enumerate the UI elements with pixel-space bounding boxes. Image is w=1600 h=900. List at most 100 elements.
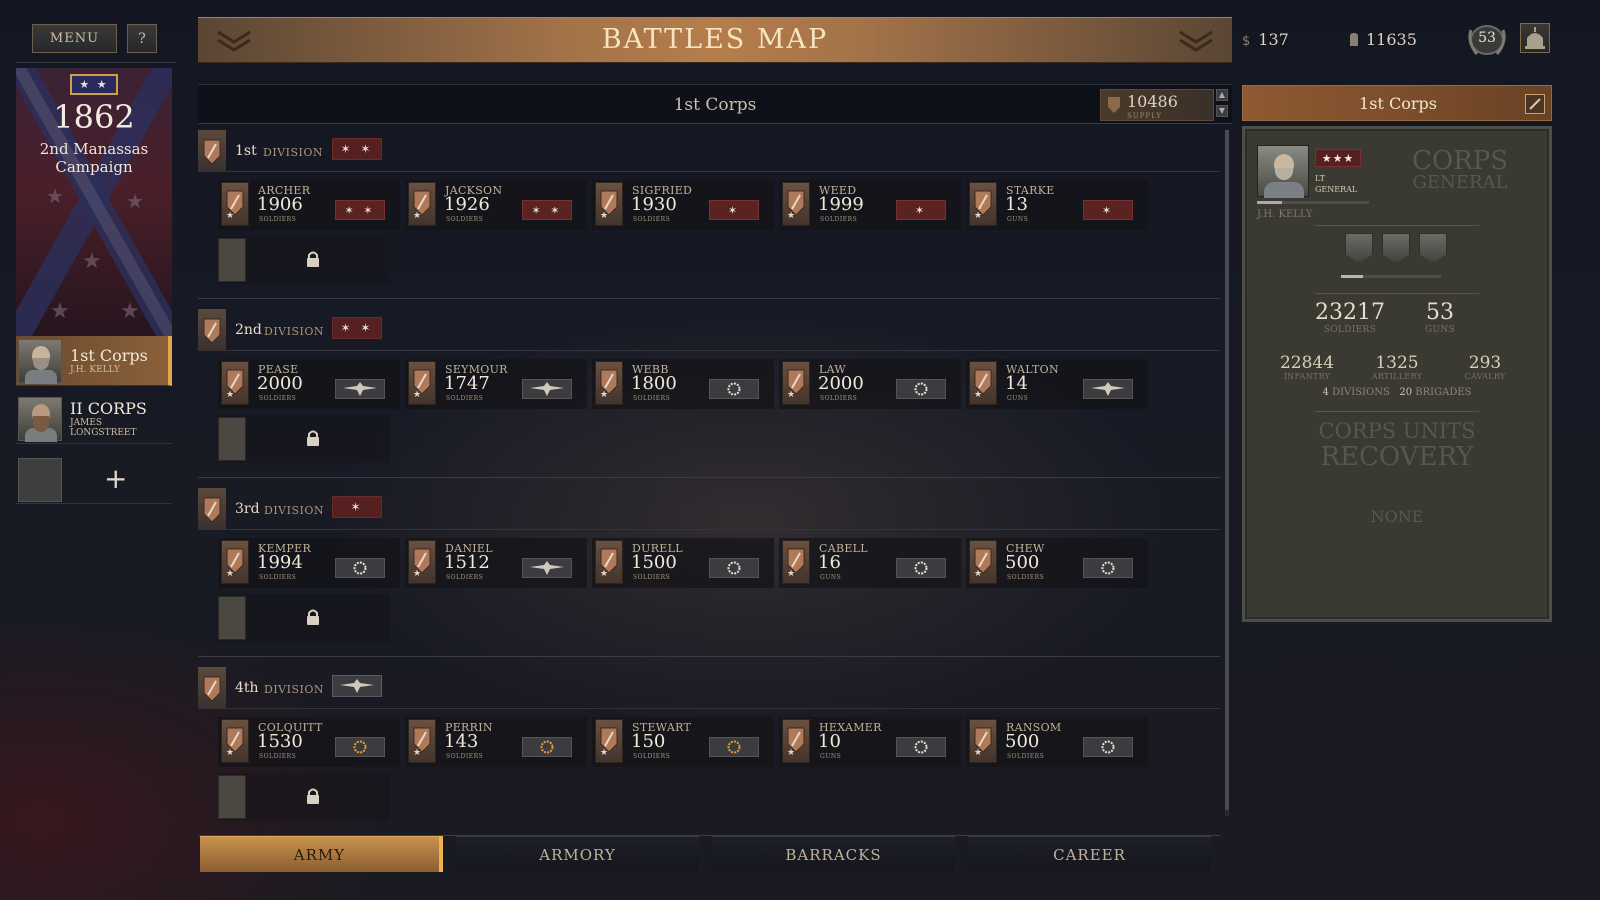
brigade-card[interactable]: ★ CABELL 16 GUNS: [779, 538, 961, 588]
guns-value: 53: [1426, 300, 1454, 325]
brigade-card[interactable]: ★ DURELL 1500 SOLDIERS: [592, 538, 774, 588]
corps-list-item-1st-corps[interactable]: 1st Corps J.H. KELLY: [16, 336, 172, 386]
corps-general-label: CORPS GENERAL: [1395, 148, 1525, 193]
division-name: 1st: [235, 143, 257, 159]
brigade-card[interactable]: ★ STEWART 150 SOLDIERS: [592, 717, 774, 767]
locked-brigade-slot[interactable]: [218, 594, 390, 642]
division-header[interactable]: 1st DIVISION ✶ ✶: [198, 128, 1220, 172]
brigade-card[interactable]: ★ CHEW 500 SOLDIERS: [966, 538, 1148, 588]
division-header[interactable]: 4th DIVISION: [198, 665, 1220, 709]
brigade-card[interactable]: ★ RANSOM 500 SOLDIERS: [966, 717, 1148, 767]
brigade-shield-icon: ★: [969, 182, 997, 226]
capitol-building-icon: [1525, 27, 1545, 49]
tab-barracks[interactable]: BARRACKS: [712, 836, 955, 872]
locked-brigade-slot[interactable]: [218, 773, 390, 821]
brigade-shield-icon: ★: [782, 182, 810, 226]
general-portrait[interactable]: [1257, 145, 1309, 198]
guns-label: GUNS: [1424, 325, 1455, 335]
rank-level-badge[interactable]: 53: [1465, 22, 1509, 58]
rank-stars-badge: ✶: [896, 200, 946, 220]
infantry-skill-icon[interactable]: [1345, 233, 1373, 263]
brigade-card[interactable]: ★ JACKSON 1926 SOLDIERS ✶ ✶: [405, 180, 587, 230]
division-header[interactable]: 2nd DIVISION ✶ ✶: [198, 307, 1220, 351]
rank-level-value: 53: [1478, 30, 1496, 46]
brigade-card[interactable]: ★ SEYMOUR 1747 SOLDIERS: [405, 359, 587, 409]
supply-down-arrow-icon[interactable]: ▼: [1216, 105, 1228, 117]
brigade-card[interactable]: ★ WEBB 1800 SOLDIERS: [592, 359, 774, 409]
brigade-shield-icon: ★: [969, 361, 997, 405]
artillery-skill-icon[interactable]: [1419, 233, 1447, 263]
tab-armory[interactable]: ARMORY: [456, 836, 699, 872]
chevron-down-icon[interactable]: [1178, 28, 1214, 54]
recovery-label-line1: CORPS UNITS: [1318, 419, 1476, 443]
brigade-card[interactable]: ★ LAW 2000 SOLDIERS: [779, 359, 961, 409]
artillery-value: 1325: [1375, 353, 1419, 373]
brigade-shield-icon: ★: [595, 361, 623, 405]
page-title: BATTLES MAP: [601, 24, 829, 55]
locked-brigade-slot[interactable]: [218, 236, 390, 284]
division-header[interactable]: 3rd DIVISION ✶: [198, 486, 1220, 530]
brigade-unit-type: SOLDIERS: [446, 216, 484, 223]
add-corps-button[interactable]: +: [16, 456, 172, 504]
headquarters-button[interactable]: [1520, 23, 1550, 53]
edit-icon[interactable]: [1525, 94, 1545, 114]
division-shield-icon[interactable]: [198, 488, 226, 530]
rank-stars-badge: ✶: [709, 200, 759, 220]
recovery-status: NONE: [1370, 507, 1424, 526]
brigade-unit-type: SOLDIERS: [259, 395, 297, 402]
general-rank: LT GENERAL: [1315, 174, 1358, 194]
brigade-shield-icon: ★: [595, 540, 623, 584]
lock-icon: [307, 251, 319, 267]
tab-army[interactable]: ARMY: [200, 836, 443, 872]
infantry-value: 22844: [1279, 353, 1335, 373]
brigade-card[interactable]: ★ PEASE 2000 SOLDIERS: [218, 359, 400, 409]
supply-up-arrow-icon[interactable]: ▲: [1216, 89, 1228, 101]
brigade-shield-icon: ★: [782, 361, 810, 405]
crossed-sabers-icon[interactable]: [1382, 233, 1410, 263]
brigade-shield-icon: ★: [782, 540, 810, 584]
wreath-icon: [709, 558, 759, 578]
help-button[interactable]: ?: [127, 24, 157, 53]
brigade-strength: 1999: [818, 194, 864, 215]
brigade-card[interactable]: ★ WEED 1999 SOLDIERS ✶: [779, 180, 961, 230]
brigade-card[interactable]: ★ COLQUITT 1530 SOLDIERS: [218, 717, 400, 767]
divider: [198, 656, 1220, 657]
brigade-shield-icon: ★: [408, 361, 436, 405]
tab-career[interactable]: CAREER: [968, 836, 1211, 872]
brigade-card[interactable]: ★ HEXAMER 10 GUNS: [779, 717, 961, 767]
svg-text:★: ★: [50, 299, 70, 324]
general-portrait: [18, 396, 62, 442]
brigade-shield-icon: ★: [408, 182, 436, 226]
lock-icon: [307, 430, 319, 446]
menu-button[interactable]: MENU: [32, 24, 117, 53]
soldier-icon: [1350, 33, 1358, 46]
corps-list-item-ii-corps[interactable]: II CORPS JAMES LONGSTREET: [16, 394, 172, 444]
divider: [198, 298, 1220, 299]
brigade-card[interactable]: ★ DANIEL 1512 SOLDIERS: [405, 538, 587, 588]
cavalry-stat: 293 CAVALRY: [1443, 354, 1527, 381]
division-name: 3rd: [235, 501, 260, 517]
scrollbar-thumb[interactable]: [1225, 130, 1229, 810]
brigade-shield-icon: ★: [595, 719, 623, 763]
plus-icon: +: [104, 462, 128, 495]
brigade-card[interactable]: ★ ARCHER 1906 SOLDIERS ✶ ✶: [218, 180, 400, 230]
brigade-card[interactable]: ★ STARKE 13 GUNS ✶: [966, 180, 1148, 230]
general-portrait: [18, 338, 62, 384]
division-shield-icon[interactable]: [198, 667, 226, 709]
wreath-icon: [709, 737, 759, 757]
brigade-shield-icon: ★: [221, 182, 249, 226]
brigade-card[interactable]: ★ WALTON 14 GUNS: [966, 359, 1148, 409]
brigade-card[interactable]: ★ KEMPER 1994 SOLDIERS: [218, 538, 400, 588]
brigade-card[interactable]: ★ SIGFRIED 1930 SOLDIERS ✶: [592, 180, 774, 230]
division-shield-icon[interactable]: [198, 130, 226, 172]
soldiers-value: 23217: [1315, 300, 1385, 325]
division-4th: 4th DIVISION ★ COLQUITT 1530 SOLDIERS ★ PERRIN 1…: [198, 665, 1220, 843]
corps-header: 1st Corps 10486 SUPPLY ▲ ▼: [198, 84, 1232, 124]
division-shield-icon[interactable]: [198, 309, 226, 351]
locked-brigade-slot[interactable]: [218, 415, 390, 463]
brigades-label: BRIGADES: [1415, 387, 1472, 398]
brigade-card[interactable]: ★ PERRIN 143 SOLDIERS: [405, 717, 587, 767]
division-rank-badge: ✶ ✶: [332, 138, 382, 160]
eagle-icon: [1083, 379, 1133, 399]
general-stars-badge: ★★★: [1315, 149, 1361, 167]
